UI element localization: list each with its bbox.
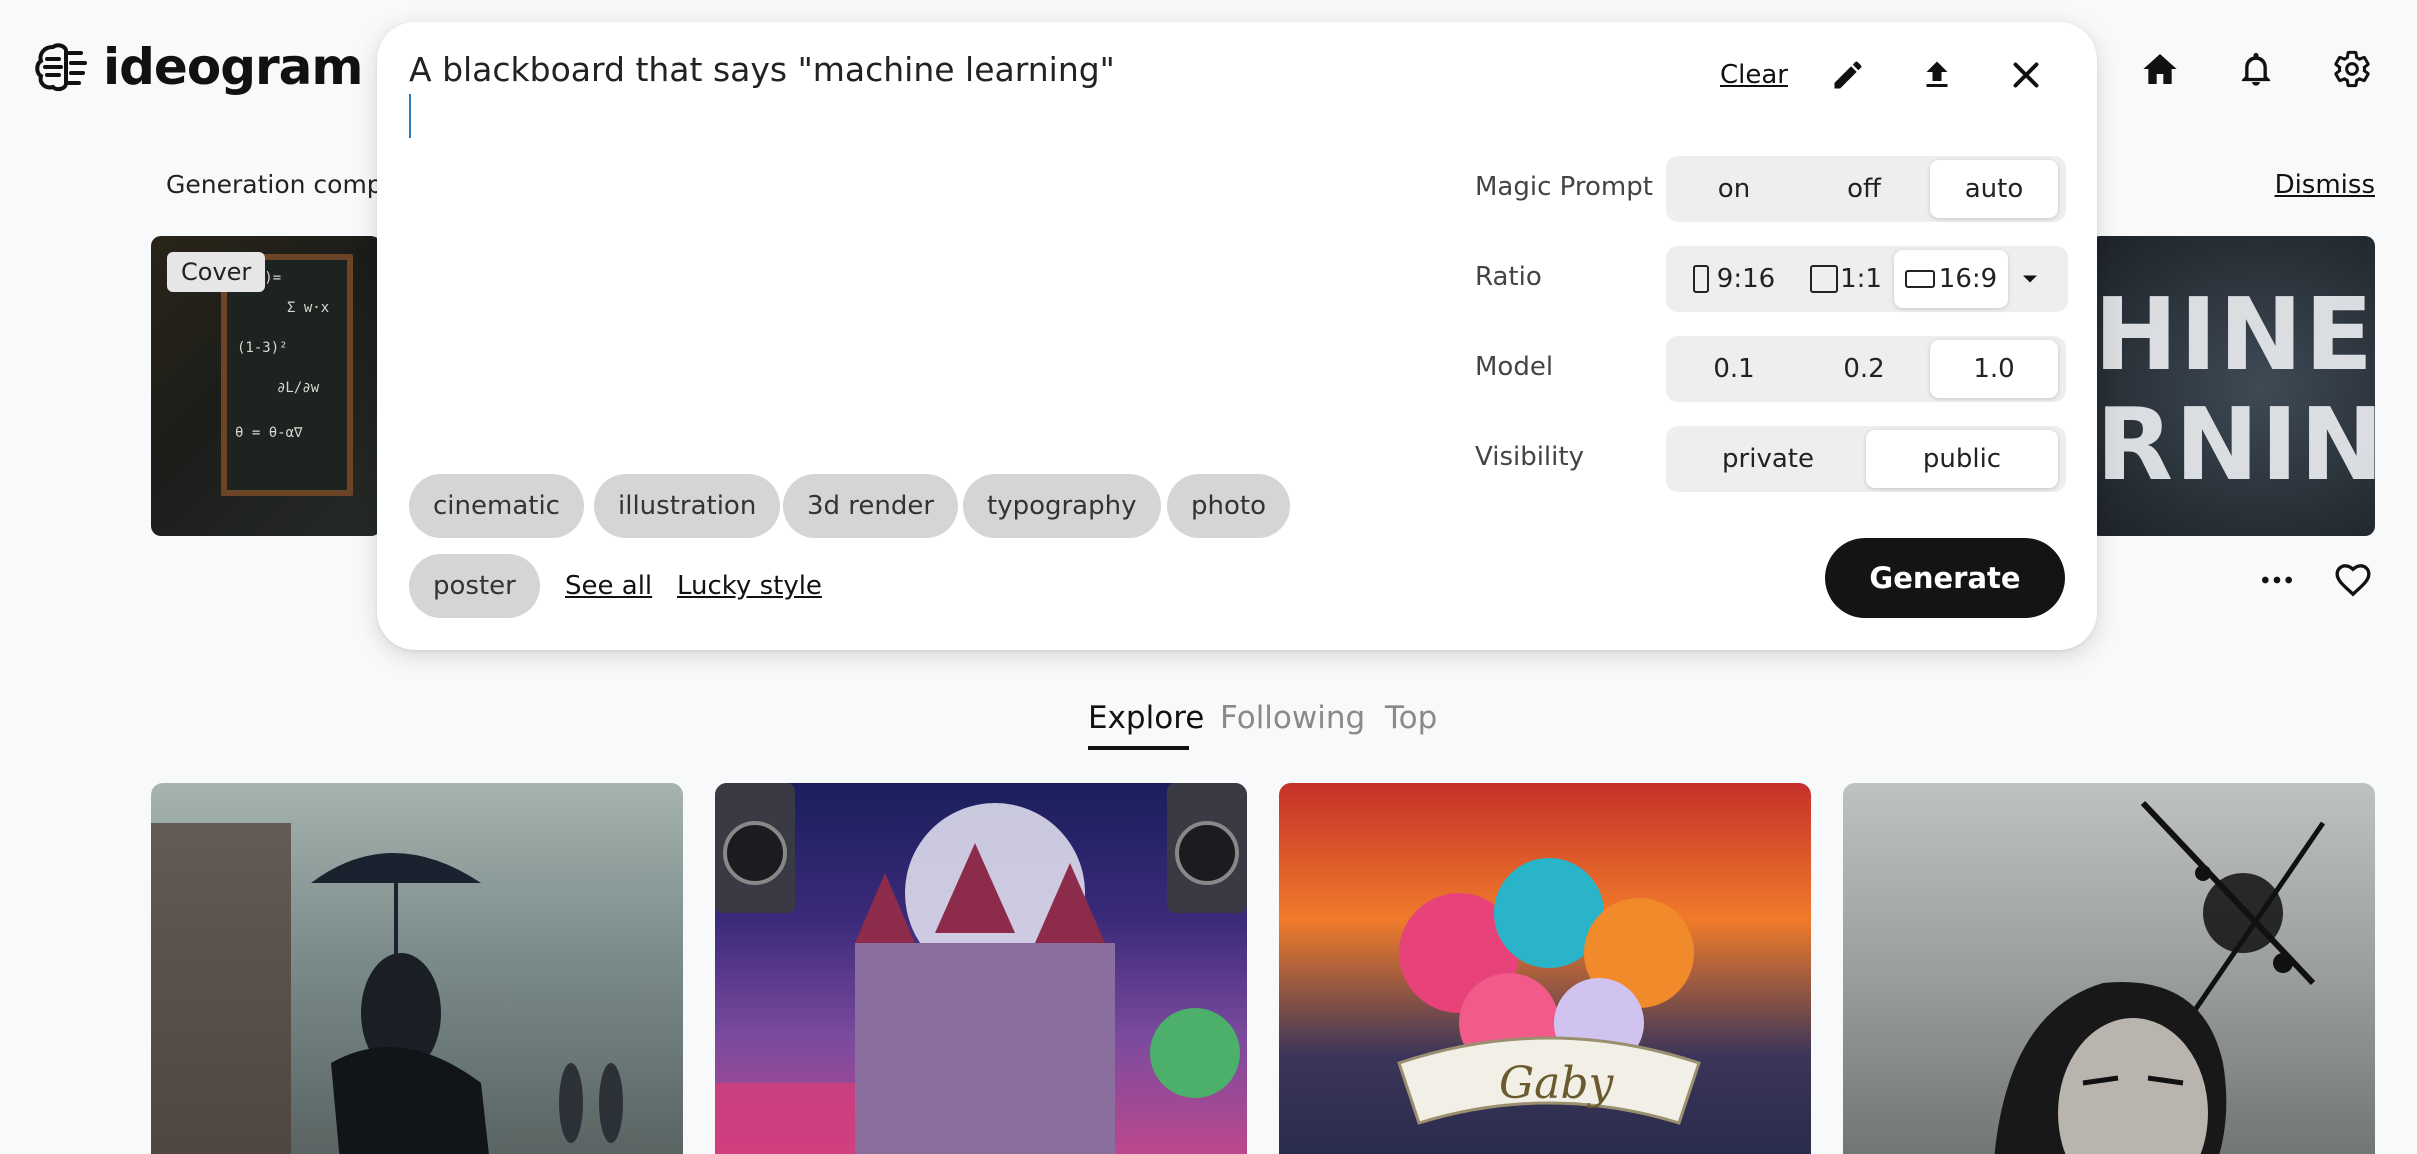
ratio-1-1[interactable]: 1:1 xyxy=(1798,250,1894,308)
bell-icon[interactable] xyxy=(2229,42,2283,96)
visibility-public[interactable]: public xyxy=(1866,430,2058,488)
gallery-card-castle[interactable] xyxy=(715,783,1247,1154)
gallery-card-umbrella-rider[interactable] xyxy=(151,783,683,1154)
rider-painting xyxy=(151,823,623,1154)
clear-button[interactable]: Clear xyxy=(1720,60,1788,90)
flower-bouquet: Gaby xyxy=(1397,858,1701,1125)
tab-top[interactable]: Top xyxy=(1385,700,1437,736)
banner-text: Gaby xyxy=(1499,1058,1615,1109)
text-cursor xyxy=(409,94,411,138)
chalk-formula: Σ w·x xyxy=(287,300,330,316)
visibility-label: Visibility xyxy=(1475,442,1584,472)
chalk-text: HINE xyxy=(2094,276,2375,393)
active-tab-indicator xyxy=(1088,746,1189,750)
more-options-icon[interactable] xyxy=(2257,560,2297,600)
ratio-16-9[interactable]: 16:9 xyxy=(1894,250,2008,308)
ratio-label: Ratio xyxy=(1475,262,1542,292)
model-0-2[interactable]: 0.2 xyxy=(1798,340,1930,398)
chalk-formula: ∂L/∂w xyxy=(277,380,320,396)
home-icon[interactable] xyxy=(2133,42,2187,96)
cover-badge: Cover xyxy=(167,252,266,292)
magic-prompt-auto[interactable]: auto xyxy=(1930,160,2058,218)
style-chip-illustration[interactable]: illustration xyxy=(594,474,781,538)
square-icon xyxy=(1810,265,1839,293)
brand-name: ideogram xyxy=(103,38,363,96)
prompt-modal: A blackboard that says "machine learning… xyxy=(377,22,2097,650)
ratio-dropdown-button[interactable] xyxy=(2008,250,2052,308)
close-icon[interactable] xyxy=(2001,50,2051,100)
chalk-formula: θ = θ-α∇ xyxy=(235,425,303,441)
portrait-icon xyxy=(1692,265,1709,293)
visibility-private[interactable]: private xyxy=(1670,430,1866,488)
generated-image-preview[interactable]: HINE RNING xyxy=(2090,236,2375,536)
model-0-1[interactable]: 0.1 xyxy=(1670,340,1798,398)
dismiss-link[interactable]: Dismiss xyxy=(2275,170,2375,200)
castle-illustration xyxy=(715,783,1247,1154)
generate-button[interactable]: Generate xyxy=(1825,538,2065,618)
prompt-input[interactable]: A blackboard that says "machine learning… xyxy=(409,50,1115,89)
landscape-icon xyxy=(1904,270,1935,288)
model-1-0[interactable]: 1.0 xyxy=(1930,340,2058,398)
brain-logo-icon xyxy=(35,43,87,92)
ratio-toggle: 9:16 1:1 16:9 xyxy=(1666,246,2068,312)
style-chip-typography[interactable]: typography xyxy=(963,474,1161,538)
style-chip-photo[interactable]: photo xyxy=(1167,474,1290,538)
ratio-16-9-label: 16:9 xyxy=(1938,264,1998,294)
see-all-link[interactable]: See all xyxy=(565,571,652,601)
ratio-9-16[interactable]: 9:16 xyxy=(1670,250,1798,308)
magic-prompt-off[interactable]: off xyxy=(1798,160,1930,218)
gear-icon[interactable] xyxy=(2325,42,2379,96)
chalk-formula: (1-3)² xyxy=(237,340,288,356)
upload-icon[interactable] xyxy=(1912,50,1962,100)
magic-prompt-label: Magic Prompt xyxy=(1475,172,1653,202)
model-label: Model xyxy=(1475,352,1554,382)
gallery-card-ink-portrait[interactable] xyxy=(1843,783,2375,1154)
tab-following[interactable]: Following xyxy=(1220,700,1365,736)
ink-portrait xyxy=(1994,800,2326,1154)
model-toggle: 0.1 0.2 1.0 xyxy=(1666,336,2066,402)
magic-prompt-on[interactable]: on xyxy=(1670,160,1798,218)
ratio-1-1-label: 1:1 xyxy=(1840,264,1882,294)
chalk-text: RNING xyxy=(2096,386,2375,503)
chevron-down-icon xyxy=(2023,275,2037,283)
ratio-9-16-label: 9:16 xyxy=(1716,264,1776,294)
style-chip-cinematic[interactable]: cinematic xyxy=(409,474,584,538)
pencil-icon[interactable] xyxy=(1823,50,1873,100)
tab-explore[interactable]: Explore xyxy=(1088,700,1204,736)
generation-status-text: Generation comp xyxy=(166,170,383,199)
gallery-card-flowers[interactable]: Gaby xyxy=(1279,783,1811,1154)
magic-prompt-toggle: on off auto xyxy=(1666,156,2066,222)
lucky-style-link[interactable]: Lucky style xyxy=(677,571,822,601)
style-chip-3d-render[interactable]: 3d render xyxy=(783,474,959,538)
visibility-toggle: private public xyxy=(1666,426,2066,492)
heart-icon[interactable] xyxy=(2333,560,2373,600)
style-chip-poster[interactable]: poster xyxy=(409,554,540,618)
ideogram-logo[interactable]: ideogram xyxy=(33,38,363,96)
